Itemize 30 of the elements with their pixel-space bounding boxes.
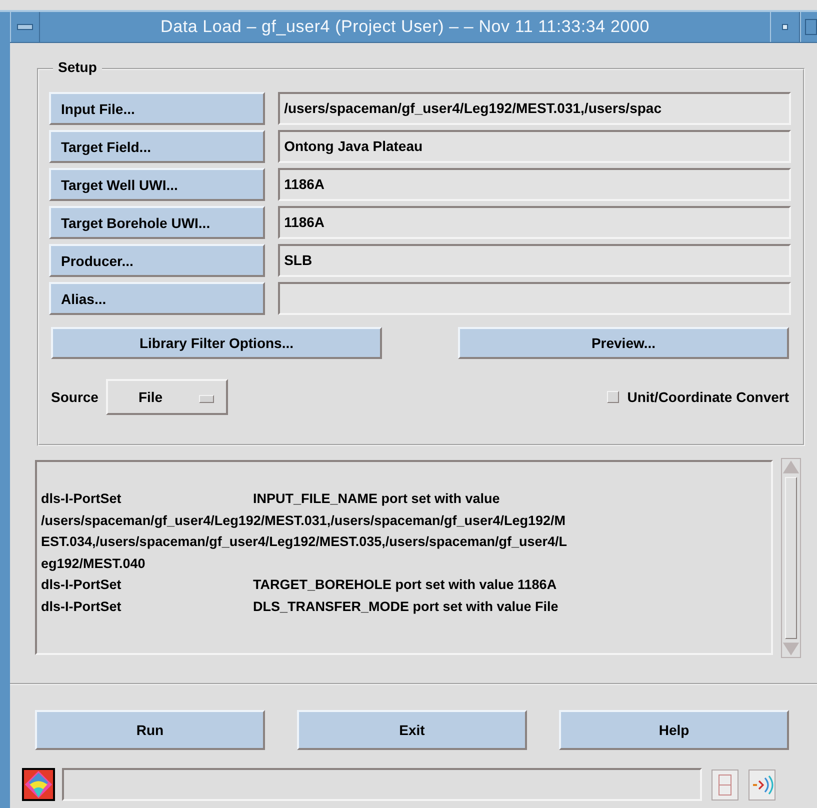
- text-field[interactable]: /users/spaceman/gf_user4/Leg192/MEST.031,/users/spac: [278, 92, 791, 125]
- window-title: Data Load – gf_user4 (Project User) – – Nov 11 11:33:34 2000: [160, 16, 650, 38]
- log-message: TARGET_BOREHOLE port set with value 1186A: [253, 576, 557, 594]
- log-message: /users/spaceman/gf_user4/Leg192/MEST.031,/users/spaceman/gf_user4/Leg192/M: [41, 512, 566, 530]
- preview-button[interactable]: Preview...: [458, 327, 789, 359]
- help-button[interactable]: Help: [559, 710, 789, 750]
- field-button[interactable]: Target Field...: [49, 130, 266, 163]
- text-field[interactable]: Ontong Java Plateau: [278, 130, 791, 163]
- text-field[interactable]: 1186A: [278, 168, 791, 201]
- field-button[interactable]: Target Well UWI...: [49, 168, 266, 201]
- exit-button[interactable]: Exit: [297, 710, 527, 750]
- field-button[interactable]: Target Borehole UWI...: [49, 206, 266, 239]
- log-source: dls-I-PortSet: [41, 598, 122, 616]
- log-message: DLS_TRANSFER_MODE port set with value File: [253, 598, 558, 616]
- source-label: Source: [51, 389, 98, 405]
- log-source: dls-I-PortSet: [41, 490, 122, 508]
- filter-options-button[interactable]: Library Filter Options...: [51, 327, 382, 359]
- text-field[interactable]: SLB: [278, 244, 791, 277]
- log-source: dls-I-PortSet: [41, 576, 122, 594]
- log-message: eg192/MEST.040: [41, 554, 146, 573]
- run-button[interactable]: Run: [35, 710, 265, 750]
- checkbox-label: Unit/Coordinate Convert: [627, 389, 789, 405]
- field-button[interactable]: Input File...: [49, 92, 266, 125]
- text-field[interactable]: 1186A: [278, 206, 791, 239]
- log-message: EST.034,/users/spaceman/gf_user4/Leg192/MEST.035,/users/spaceman/gf_user4/L: [41, 533, 568, 551]
- source-dropdown[interactable]: File: [106, 379, 228, 415]
- log-message: INPUT_FILE_NAME port set with value: [253, 490, 500, 508]
- field-button[interactable]: Alias...: [49, 282, 266, 315]
- field-button[interactable]: Producer...: [49, 244, 266, 277]
- frame-title: Setup: [53, 59, 102, 75]
